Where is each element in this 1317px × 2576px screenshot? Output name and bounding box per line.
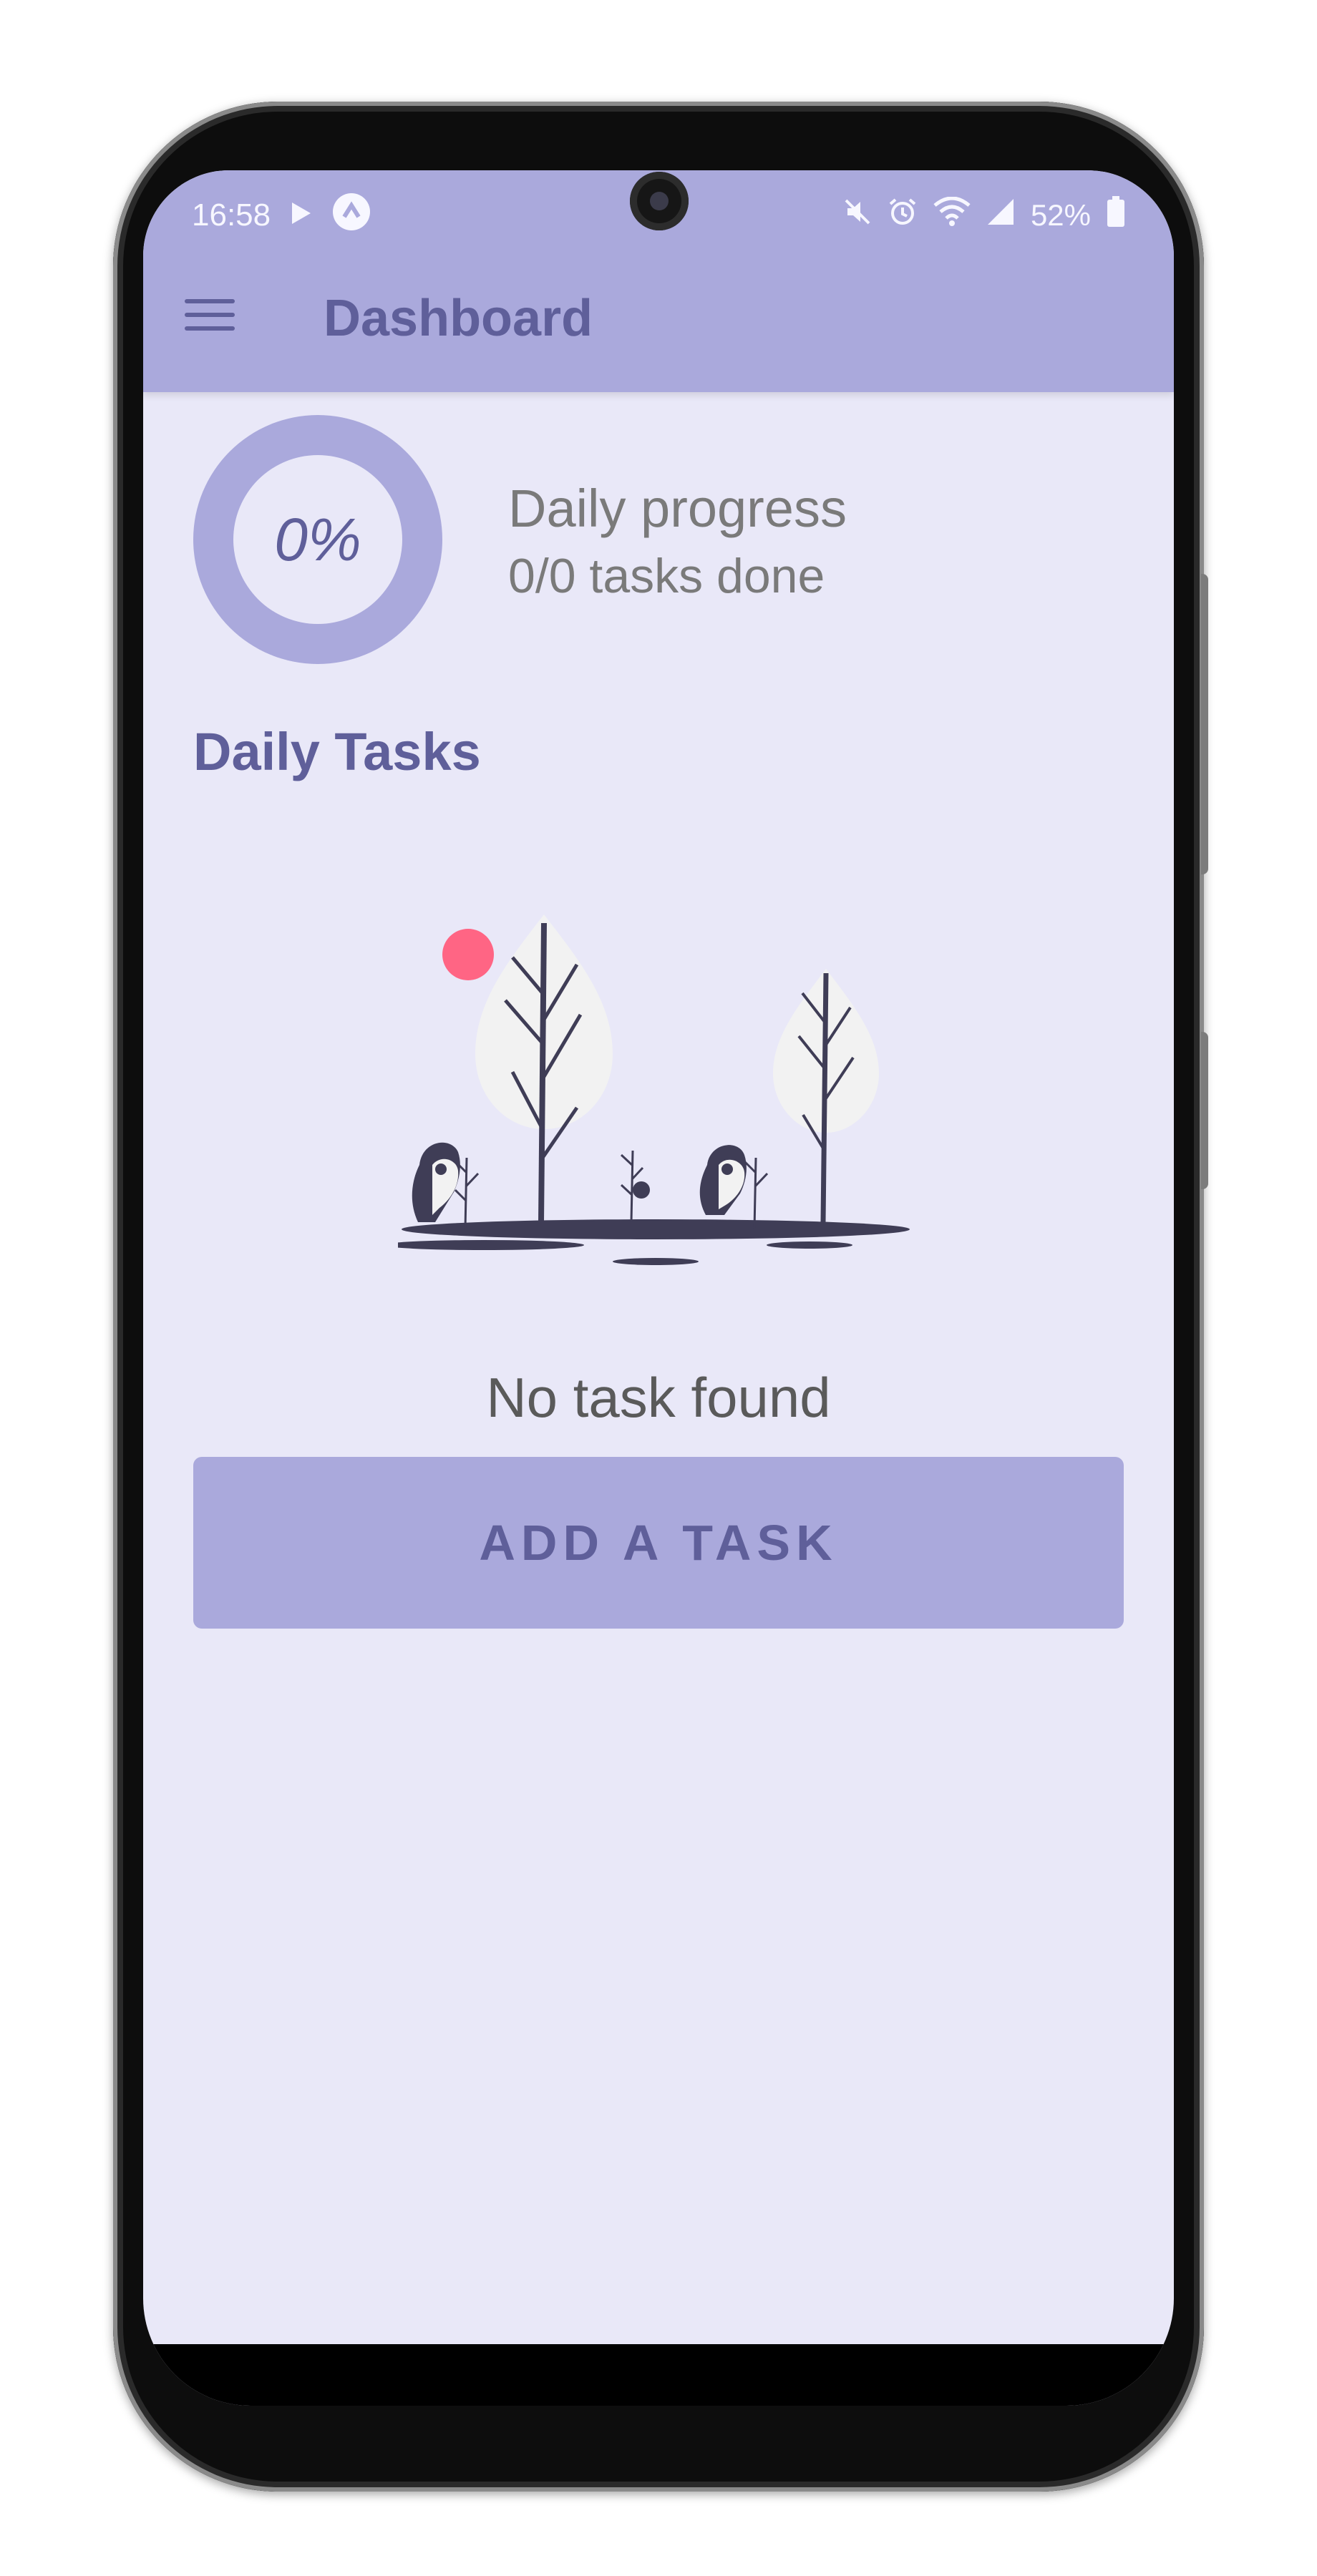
add-task-button[interactable]: ADD A TASK xyxy=(193,1457,1124,1629)
battery-icon xyxy=(1107,196,1125,235)
screen-bottom-bezel xyxy=(143,2344,1174,2406)
progress-subtitle: 0/0 tasks done xyxy=(508,549,825,603)
empty-state-message: No task found xyxy=(486,1366,831,1429)
alarm-icon xyxy=(888,197,918,234)
play-icon xyxy=(291,197,312,233)
app-screen: 16:58 52% Dashboard 0% Daily progress 0/… xyxy=(143,170,1174,2406)
front-camera xyxy=(630,172,689,230)
status-time: 16:58 xyxy=(192,197,271,233)
signal-icon xyxy=(986,197,1015,233)
power-button xyxy=(1201,1032,1208,1189)
empty-state-illustration xyxy=(384,914,925,1287)
volume-button xyxy=(1201,574,1208,874)
battery-text: 52% xyxy=(1030,198,1091,232)
section-title-daily-tasks: Daily Tasks xyxy=(193,722,481,781)
status-bar-left: 16:58 xyxy=(192,190,371,240)
page-title: Dashboard xyxy=(324,290,593,347)
status-bar-right: 52% xyxy=(843,190,1125,240)
hamburger-menu-icon[interactable] xyxy=(185,299,235,335)
wifi-icon xyxy=(933,196,971,234)
progress-percent: 0% xyxy=(233,455,402,624)
progress-title: Daily progress xyxy=(508,479,847,538)
mute-icon xyxy=(843,197,872,233)
progress-ring: 0% xyxy=(193,415,442,664)
app-icon xyxy=(332,192,371,239)
app-bar: 16:58 52% Dashboard xyxy=(143,170,1174,392)
